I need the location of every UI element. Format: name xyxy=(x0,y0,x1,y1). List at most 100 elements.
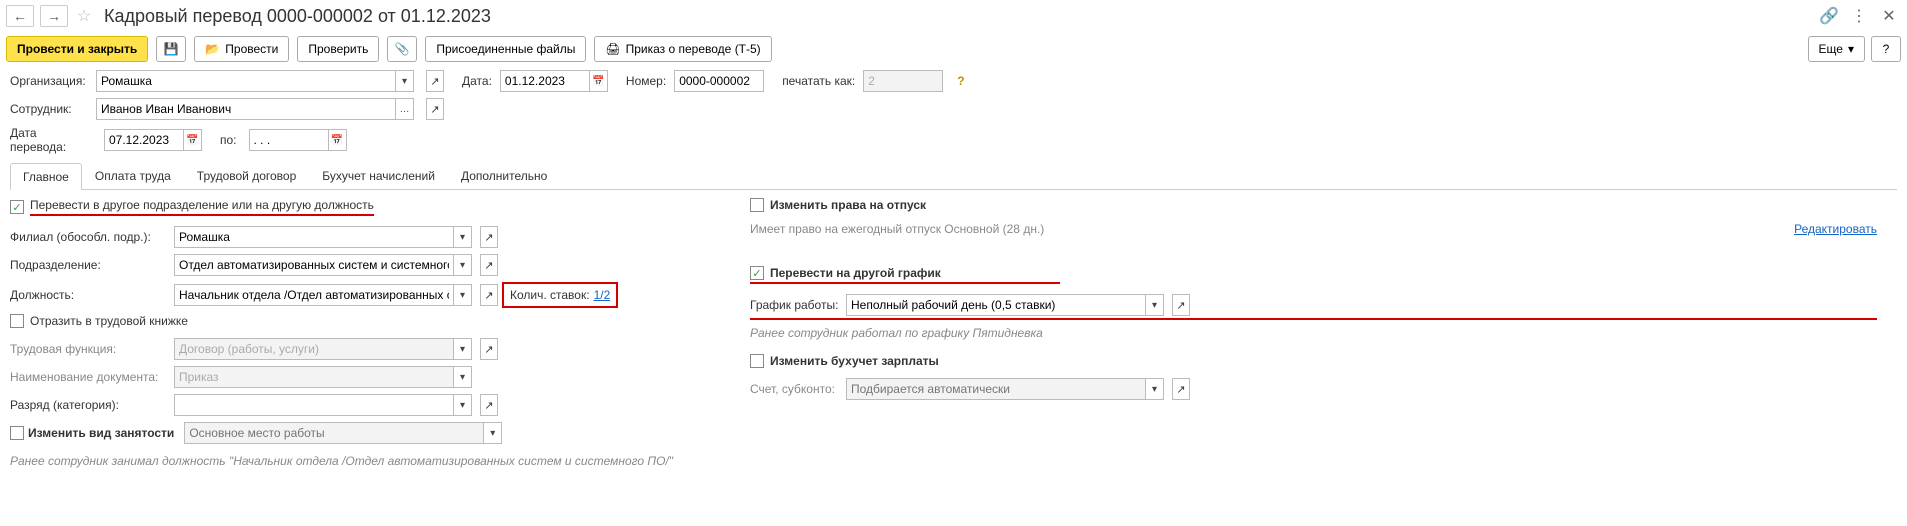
number-label: Номер: xyxy=(626,74,666,88)
branch-input[interactable] xyxy=(174,226,454,248)
previous-schedule-note: Ранее сотрудник работал по графику Пятид… xyxy=(750,326,1877,340)
dept-input[interactable] xyxy=(174,254,454,276)
more-button-label: Еще xyxy=(1819,42,1843,56)
right-column: ✓ Изменить права на отпуск Имеет право н… xyxy=(750,198,1897,468)
employee-input[interactable] xyxy=(96,98,396,120)
nav-forward-button[interactable]: → xyxy=(40,5,68,27)
page-title: Кадровый перевод 0000-000002 от 01.12.20… xyxy=(100,6,491,27)
acct-open-icon[interactable]: ↗ xyxy=(1172,378,1190,400)
help-question-icon[interactable]: ? xyxy=(957,74,964,88)
branch-label: Филиал (обособл. подр.): xyxy=(10,230,170,244)
to-label: по: xyxy=(220,133,237,147)
schedule-open-icon[interactable]: ↗ xyxy=(1172,294,1190,316)
tab-content: ✓ Перевести в другое подразделение или н… xyxy=(10,190,1897,468)
org-dropdown-icon[interactable]: ▾ xyxy=(396,70,414,92)
transfer-date-calendar-icon[interactable]: 📅 xyxy=(184,129,202,151)
position-dropdown-icon[interactable]: ▾ xyxy=(454,284,472,306)
help-button[interactable]: ? xyxy=(1871,36,1901,62)
docname-dropdown-icon[interactable]: ▾ xyxy=(454,366,472,388)
func-input xyxy=(174,338,454,360)
acct-dropdown-icon[interactable]: ▾ xyxy=(1146,378,1164,400)
rank-dropdown-icon[interactable]: ▾ xyxy=(454,394,472,416)
print-as-input xyxy=(863,70,943,92)
org-open-icon[interactable]: ↗ xyxy=(426,70,444,92)
check-acct-label: Изменить бухучет зарплаты xyxy=(770,354,939,368)
emptype-row: ✓ Изменить вид занятости ▾ xyxy=(10,422,710,444)
position-input[interactable] xyxy=(174,284,454,306)
close-icon[interactable]: ✕ xyxy=(1877,4,1901,28)
branch-row: Филиал (обособл. подр.): ▾ ↗ xyxy=(10,226,710,248)
tab-main[interactable]: Главное xyxy=(10,163,82,190)
func-dropdown-icon[interactable]: ▾ xyxy=(454,338,472,360)
check-acct-checkbox[interactable]: ✓ xyxy=(750,354,764,368)
tab-pay[interactable]: Оплата труда xyxy=(82,162,184,189)
tab-contract[interactable]: Трудовой договор xyxy=(184,162,309,189)
check-record-checkbox[interactable]: ✓ xyxy=(10,314,24,328)
branch-dropdown-icon[interactable]: ▾ xyxy=(454,226,472,248)
nav-back-button[interactable]: ← xyxy=(6,5,34,27)
func-open-icon[interactable]: ↗ xyxy=(480,338,498,360)
form-area: Организация: ▾ ↗ Дата: 📅 Номер: печатать… xyxy=(0,66,1907,472)
attached-files-button[interactable]: Присоединенные файлы xyxy=(425,36,586,62)
post-and-close-button[interactable]: Провести и закрыть xyxy=(6,36,148,62)
date-input[interactable] xyxy=(500,70,590,92)
check-emptype-checkbox[interactable]: ✓ xyxy=(10,426,24,440)
rates-label: Колич. ставок: xyxy=(510,288,590,302)
docname-input xyxy=(174,366,454,388)
vacation-text: Имеет право на ежегодный отпуск Основной… xyxy=(750,222,1044,236)
employee-dots-icon[interactable]: … xyxy=(396,98,414,120)
org-label: Организация: xyxy=(10,74,88,88)
date-calendar-icon[interactable]: 📅 xyxy=(590,70,608,92)
to-date-calendar-icon[interactable]: 📅 xyxy=(329,129,347,151)
more-button[interactable]: Еще ▾ xyxy=(1808,36,1865,62)
post-button[interactable]: 📂 Провести xyxy=(194,36,289,62)
dept-dropdown-icon[interactable]: ▾ xyxy=(454,254,472,276)
rank-label: Разряд (категория): xyxy=(10,398,170,412)
acct-row: Счет, субконто: ▾ ↗ xyxy=(750,378,1877,400)
rates-highlight-box: Колич. ставок: 1/2 xyxy=(502,282,618,308)
branch-open-icon[interactable]: ↗ xyxy=(480,226,498,248)
emptype-dropdown-icon[interactable]: ▾ xyxy=(484,422,502,444)
rates-value-link[interactable]: 1/2 xyxy=(594,288,611,302)
paperclip-icon: 📎 xyxy=(395,42,410,56)
previous-position-note: Ранее сотрудник занимал должность "Начал… xyxy=(10,454,710,468)
position-open-icon[interactable]: ↗ xyxy=(480,284,498,306)
date-label: Дата: xyxy=(462,74,492,88)
schedule-input[interactable] xyxy=(846,294,1146,316)
post-icon: 📂 xyxy=(205,42,220,56)
tab-accrual[interactable]: Бухучет начислений xyxy=(309,162,448,189)
tab-extra[interactable]: Дополнительно xyxy=(448,162,560,189)
chevron-down-icon: ▾ xyxy=(1848,42,1854,56)
check-vacation-label: Изменить права на отпуск xyxy=(770,198,926,212)
print-order-button[interactable]: 🖨 Приказ о переводе (Т-5) xyxy=(594,36,771,62)
left-column: ✓ Перевести в другое подразделение или н… xyxy=(10,198,710,468)
kebab-icon[interactable]: ⋮ xyxy=(1847,4,1871,28)
check-transfer-line: ✓ Перевести в другое подразделение или н… xyxy=(10,198,710,216)
edit-link[interactable]: Редактировать xyxy=(1794,222,1877,236)
favorite-star-icon[interactable]: ☆ xyxy=(74,6,94,26)
transfer-date-input[interactable] xyxy=(104,129,184,151)
employee-open-icon[interactable]: ↗ xyxy=(426,98,444,120)
row-employee: Сотрудник: … ↗ xyxy=(10,98,1897,120)
check-record-label: Отразить в трудовой книжке xyxy=(30,314,188,328)
link-icon[interactable]: 🔗 xyxy=(1817,4,1841,28)
org-input[interactable] xyxy=(96,70,396,92)
position-row: Должность: ▾ ↗ Колич. ставок: 1/2 xyxy=(10,282,710,308)
transfer-date-label: Дата перевода: xyxy=(10,126,96,154)
check-schedule-checkbox[interactable]: ✓ xyxy=(750,266,764,280)
acct-label: Счет, субконто: xyxy=(750,382,842,396)
attach-button[interactable]: 📎 xyxy=(387,36,417,62)
printer-icon: 🖨 xyxy=(605,42,620,56)
position-label: Должность: xyxy=(10,288,170,302)
dept-open-icon[interactable]: ↗ xyxy=(480,254,498,276)
number-input[interactable] xyxy=(674,70,764,92)
rank-input[interactable] xyxy=(174,394,454,416)
schedule-dropdown-icon[interactable]: ▾ xyxy=(1146,294,1164,316)
check-transfer-checkbox[interactable]: ✓ xyxy=(10,200,24,214)
save-button[interactable]: 💾 xyxy=(156,36,186,62)
func-row: Трудовая функция: ▾ ↗ xyxy=(10,338,710,360)
check-button[interactable]: Проверить xyxy=(297,36,379,62)
to-date-input[interactable] xyxy=(249,129,329,151)
rank-open-icon[interactable]: ↗ xyxy=(480,394,498,416)
check-vacation-checkbox[interactable]: ✓ xyxy=(750,198,764,212)
